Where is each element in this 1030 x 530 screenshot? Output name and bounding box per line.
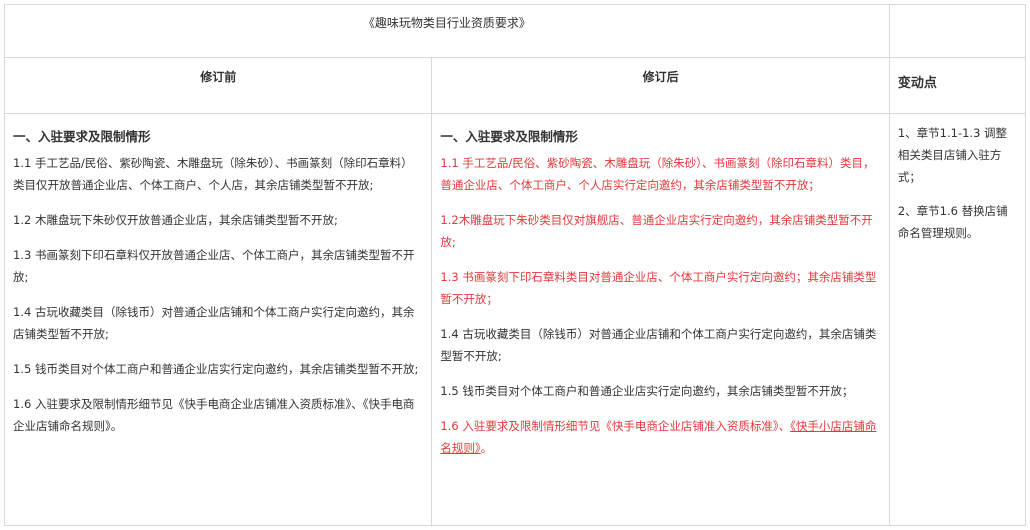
header-after-cell: 修订后 (431, 57, 890, 114)
before-clause-1-5: 1.5 钱币类目对个体工商户和普通企业店实行定向邀约，其余店铺类型暂不开放; (13, 362, 419, 376)
header-after: 修订后 (642, 70, 679, 84)
before-clause-1-1: 1.1 手工艺品/民俗、紫砂陶瓷、木雕盘玩（除朱砂）、书画篆刻（除印石章料）类目… (13, 156, 413, 192)
after-clause-1-6: 1.6 入驻要求及限制情形细节见《快手电商企业店铺准入资质标准》、《快手小店店铺… (440, 415, 880, 459)
before-clause-1-3: 1.3 书画篆刻下印石章料仅开放普通企业店、个体工商户，其余店铺类型暂不开放; (13, 248, 415, 284)
after-clause-1-6-end: 。 (480, 441, 493, 455)
before-column: 一、入驻要求及限制情形 1.1 手工艺品/民俗、紫砂陶瓷、木雕盘玩（除朱砂）、书… (3, 113, 433, 526)
after-column: 一、入驻要求及限制情形 1.1 手工艺品/民俗、紫砂陶瓷、木雕盘玩（除朱砂）、书… (431, 113, 890, 526)
after-section-heading: 一、入驻要求及限制情形 (440, 129, 578, 144)
change-point-2: 2、章节1.6 替换店铺命名管理规则。 (897, 204, 1008, 240)
after-clause-1-2: 1.2木雕盘玩下朱砂类目仅对旗舰店、普通企业店实行定向邀约，其余店铺类型暂不开放… (440, 213, 873, 249)
header-before-cell: 修订前 (3, 57, 433, 114)
before-clause-1-4: 1.4 古玩收藏类目（除钱币）对普通企业店铺和个体工商户实行定向邀约，其余店铺类… (13, 305, 415, 341)
header-change-cell: 变动点 (888, 57, 1027, 114)
before-section-heading: 一、入驻要求及限制情形 (13, 129, 151, 144)
after-clause-1-1: 1.1 手工艺品/民俗、紫砂陶瓷、木雕盘玩（除朱砂）、书画篆刻（除印石章料）类目… (440, 156, 875, 192)
revision-table: 《趣味玩物类目行业资质要求》 修订前 修订后 变动点 一、入驻要求及限制情形 1… (3, 4, 1027, 526)
after-clause-1-6-text: 1.6 入驻要求及限制情形细节见《快手电商企业店铺准入资质标准》、 (440, 419, 791, 433)
header-before: 修订前 (200, 70, 237, 84)
empty-title-cell (888, 4, 1027, 58)
change-column: 1、章节1.1-1.3 调整相关类目店铺入驻方式； 2、章节1.6 替换店铺命名… (888, 113, 1027, 526)
table-title-cell: 《趣味玩物类目行业资质要求》 (4, 4, 890, 58)
after-clause-1-3: 1.3 书画篆刻下印石章料类目对普通企业店、个体工商户实行定向邀约；其余店铺类型… (440, 270, 877, 306)
before-clause-1-6: 1.6 入驻要求及限制情形细节见《快手电商企业店铺准入资质标准》、《快手电商企业… (13, 397, 415, 433)
before-clause-1-2: 1.2 木雕盘玩下朱砂仅开放普通企业店，其余店铺类型暂不开放; (13, 213, 338, 227)
header-change: 变动点 (897, 76, 937, 91)
change-point-1: 1、章节1.1-1.3 调整相关类目店铺入驻方式； (897, 126, 1008, 184)
after-clause-1-4: 1.4 古玩收藏类目（除钱币）对普通企业店铺和个体工商户实行定向邀约，其余店铺类… (440, 327, 877, 363)
after-clause-1-5: 1.5 钱币类目对个体工商户和普通企业店实行定向邀约，其余店铺类型暂不开放； (440, 384, 854, 398)
document-title: 《趣味玩物类目行业资质要求》 (362, 16, 531, 30)
